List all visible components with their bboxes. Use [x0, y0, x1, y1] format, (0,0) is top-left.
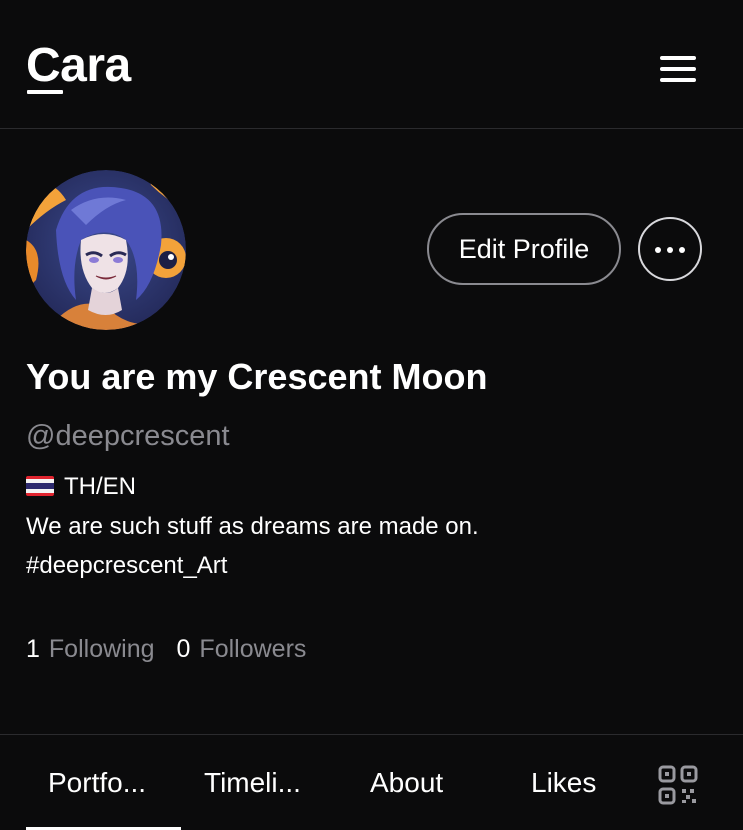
hamburger-menu-icon[interactable]: [656, 52, 698, 86]
tab-likes[interactable]: Likes: [531, 763, 596, 803]
following-count: 1: [26, 635, 40, 663]
thailand-flag-icon: [26, 475, 54, 496]
profile-page: Cara Edit Profile You are my Crescent Mo…: [0, 0, 743, 830]
more-horizontal-icon[interactable]: [638, 217, 702, 281]
display-name: You are my Crescent Moon: [26, 356, 488, 397]
bio-hashtag[interactable]: #deepcrescent_Art: [26, 550, 227, 582]
cara-logo[interactable]: Cara: [26, 38, 131, 94]
tab-portfolio[interactable]: Portfo...: [48, 763, 146, 803]
followers-label: Followers: [199, 635, 307, 663]
avatar[interactable]: [26, 170, 186, 330]
username-handle: @deepcrescent: [26, 420, 230, 452]
edit-profile-button[interactable]: Edit Profile: [427, 213, 621, 285]
tab-timeline[interactable]: Timeli...: [204, 763, 301, 803]
following-label: Following: [48, 635, 155, 663]
bio-languages: TH/EN: [26, 471, 136, 503]
avatar-illustration: [26, 170, 186, 330]
top-header: Cara: [0, 0, 743, 129]
profile-tabs: Portfo... Timeli... About Likes: [0, 734, 743, 830]
follow-stats: 1 Following 0 Followers: [26, 632, 306, 666]
bio-text: We are such stuff as dreams are made on.: [26, 513, 479, 540]
followers-count: 0: [176, 635, 191, 663]
qr-code-icon[interactable]: [658, 765, 698, 805]
tab-about[interactable]: About: [370, 763, 443, 803]
qr-code-icon-graphic: [658, 765, 698, 805]
followers-link[interactable]: 0 Followers: [177, 635, 307, 663]
following-link[interactable]: 1 Following: [26, 635, 155, 663]
languages-text: TH/EN: [64, 473, 136, 500]
logo-underline: [27, 90, 63, 94]
